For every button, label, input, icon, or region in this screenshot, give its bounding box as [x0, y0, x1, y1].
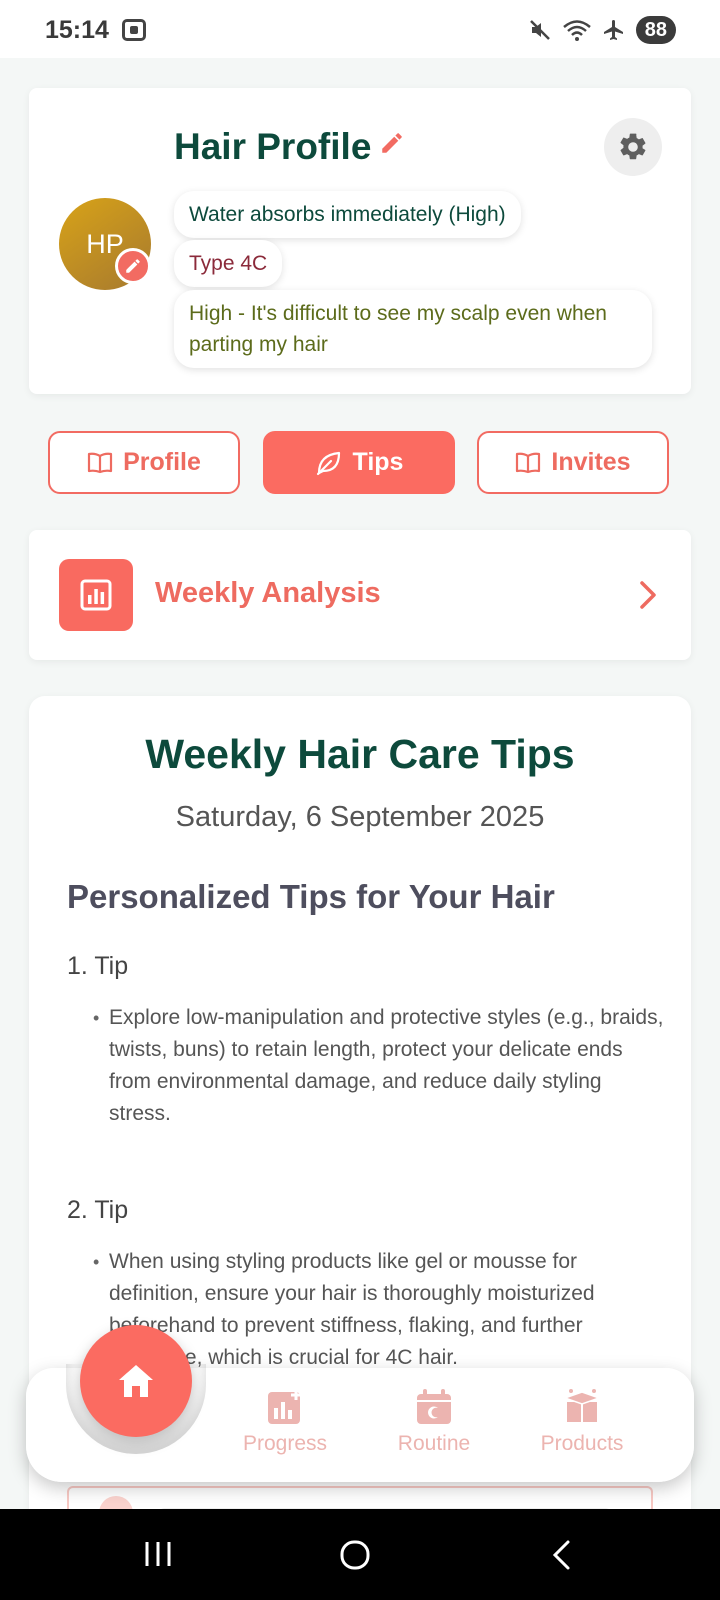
screenshot-icon — [122, 19, 146, 41]
system-nav-bar — [0, 1509, 720, 1600]
tip-body: When using styling products like gel or … — [93, 1246, 669, 1374]
bar-chart-icon — [59, 559, 133, 631]
mute-icon — [529, 20, 550, 40]
home-system-icon[interactable] — [339, 1539, 371, 1571]
hair-profile-card: Hair Profile HP Water absorbs immediatel… — [29, 88, 691, 394]
battery-level: 88 — [635, 16, 676, 44]
status-time: 15:14 — [45, 16, 109, 44]
tab-invites[interactable]: Invites — [477, 431, 669, 494]
edit-profile-icon[interactable] — [379, 130, 405, 161]
tab-profile-label: Profile — [123, 448, 201, 476]
avatar-edit-button[interactable] — [115, 248, 151, 284]
profile-title: Hair Profile — [174, 126, 372, 167]
weekly-analysis-row[interactable]: Weekly Analysis — [29, 530, 691, 660]
status-bar: 15:14 88 — [0, 0, 720, 58]
density-chip: High - It's difficult to see my scalp ev… — [174, 290, 652, 368]
tip-heading: 1. Tip — [67, 952, 129, 980]
leaf-icon — [316, 451, 340, 475]
porosity-chip: Water absorbs immediately (High) — [174, 191, 521, 238]
home-button[interactable] — [80, 1325, 192, 1437]
pencil-icon — [126, 259, 140, 273]
weekly-analysis-label: Weekly Analysis — [155, 577, 381, 609]
nav-progress[interactable]: Progress — [225, 1388, 345, 1456]
tips-date: Saturday, 6 September 2025 — [175, 801, 545, 833]
tab-invites-label: Invites — [551, 448, 631, 476]
recent-apps-icon[interactable] — [143, 1539, 173, 1569]
status-icons: 88 — [528, 15, 676, 45]
tab-tips-label: Tips — [352, 448, 404, 476]
tips-subtitle: Personalized Tips for Your Hair — [67, 878, 555, 915]
book-icon — [87, 452, 113, 473]
settings-button[interactable] — [604, 118, 662, 176]
nav-routine[interactable]: Routine — [374, 1388, 494, 1456]
tab-tips[interactable]: Tips — [263, 431, 455, 494]
home-icon — [119, 1365, 153, 1397]
back-icon[interactable] — [550, 1539, 574, 1571]
book-icon — [516, 452, 541, 473]
gear-icon — [620, 133, 646, 160]
tip-heading: 2. Tip — [67, 1196, 129, 1224]
tips-title: Weekly Hair Care Tips — [145, 731, 575, 777]
nav-products-label: Products — [540, 1432, 624, 1455]
nav-products[interactable]: Products — [522, 1388, 642, 1456]
wifi-icon — [562, 20, 591, 41]
nav-routine-label: Routine — [397, 1432, 471, 1455]
chevron-right-icon — [640, 581, 656, 609]
hair-type-chip: Type 4C — [174, 240, 283, 287]
tip-body: Explore low-manipulation and protective … — [93, 1002, 669, 1130]
progress-chart-icon — [268, 1390, 301, 1424]
airplane-icon — [603, 20, 623, 40]
tab-profile[interactable]: Profile — [48, 431, 240, 494]
box-icon — [563, 1389, 601, 1422]
calendar-icon — [417, 1389, 451, 1424]
nav-progress-label: Progress — [242, 1432, 328, 1455]
